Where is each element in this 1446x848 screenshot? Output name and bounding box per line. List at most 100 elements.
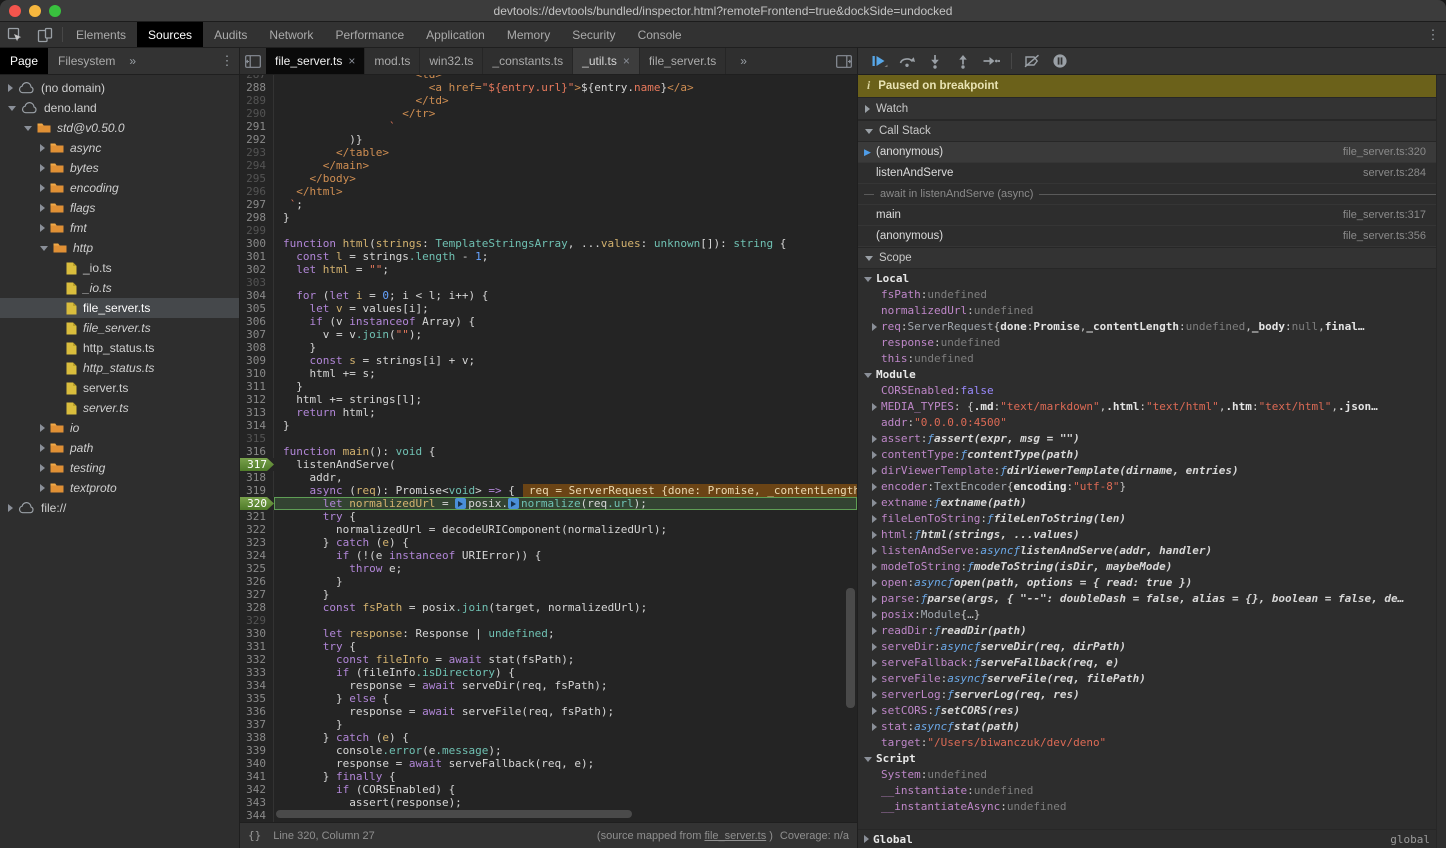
chevron-right-icon[interactable] bbox=[872, 531, 877, 539]
line-number[interactable]: 315 bbox=[240, 432, 274, 445]
navigator-tab-page[interactable]: Page bbox=[0, 48, 48, 74]
inline-breakpoint-icon[interactable] bbox=[508, 498, 519, 509]
line-number[interactable]: 296 bbox=[240, 185, 274, 198]
tree-item-std@v0.50.0[interactable]: std@v0.50.0 bbox=[0, 118, 239, 138]
code-text[interactable]: } bbox=[274, 718, 857, 731]
code-text[interactable]: } catch (e) { bbox=[274, 731, 857, 744]
editor-tab[interactable]: file_server.ts× bbox=[266, 48, 365, 74]
code-text[interactable]: ` bbox=[274, 120, 857, 133]
scope-section-script[interactable]: Script bbox=[858, 751, 1436, 767]
line-number[interactable]: 329 bbox=[240, 614, 274, 627]
line-number[interactable]: 333 bbox=[240, 666, 274, 679]
deactivate-breakpoints-icon[interactable] bbox=[1019, 50, 1045, 72]
scope-property[interactable]: __instantiate: undefined bbox=[858, 783, 1436, 799]
tree-item-http[interactable]: http bbox=[0, 238, 239, 258]
scope-property[interactable]: assert: ƒ assert(expr, msg = "") bbox=[858, 431, 1436, 447]
chevron-right-icon[interactable] bbox=[40, 444, 45, 452]
main-menu-icon[interactable]: ⋮ bbox=[1420, 22, 1446, 47]
line-number[interactable]: 335 bbox=[240, 692, 274, 705]
code-text[interactable]: function main(): void { bbox=[274, 445, 857, 458]
code-text[interactable]: </body> bbox=[274, 172, 857, 185]
code-text[interactable]: response = await serveDir(req, fsPath); bbox=[274, 679, 857, 692]
line-number[interactable]: 319 bbox=[240, 484, 274, 497]
scope-property[interactable]: addr: "0.0.0.0:4500" bbox=[858, 415, 1436, 431]
line-number[interactable]: 304 bbox=[240, 289, 274, 302]
editor-tab[interactable]: _constants.ts bbox=[483, 48, 573, 74]
code-text[interactable]: function html(strings: TemplateStringsAr… bbox=[274, 237, 857, 250]
code-text[interactable]: for (let i = 0; i < l; i++) { bbox=[274, 289, 857, 302]
line-number[interactable]: 309 bbox=[240, 354, 274, 367]
line-number[interactable]: 340 bbox=[240, 757, 274, 770]
chevron-right-icon[interactable] bbox=[872, 723, 877, 731]
close-tab-icon[interactable]: × bbox=[348, 54, 355, 68]
line-number[interactable]: 300 bbox=[240, 237, 274, 250]
line-number[interactable]: 295 bbox=[240, 172, 274, 185]
code-text[interactable]: const fsPath = posix.join(target, normal… bbox=[274, 601, 857, 614]
code-text[interactable]: if (CORSEnabled) { bbox=[274, 783, 857, 796]
scope-section-module[interactable]: Module bbox=[858, 367, 1436, 383]
tab-memory[interactable]: Memory bbox=[496, 22, 561, 47]
code-text[interactable]: html += s; bbox=[274, 367, 857, 380]
editor-horizontal-scrollbar[interactable] bbox=[276, 810, 632, 818]
tree-item-fmt[interactable]: fmt bbox=[0, 218, 239, 238]
navigator-tab-filesystem[interactable]: Filesystem bbox=[48, 48, 125, 74]
step-over-icon[interactable] bbox=[894, 50, 920, 72]
code-text[interactable]: } bbox=[274, 341, 857, 354]
code-text[interactable]: console.error(e.message); bbox=[274, 744, 857, 757]
code-text[interactable]: } bbox=[274, 575, 857, 588]
code-text[interactable]: </tr> bbox=[274, 107, 857, 120]
call-stack-frame[interactable]: (anonymous)file_server.ts:356 bbox=[858, 226, 1436, 247]
code-text[interactable]: if (v instanceof Array) { bbox=[274, 315, 857, 328]
code-text[interactable]: response = await serveFallback(req, e); bbox=[274, 757, 857, 770]
chevron-right-icon[interactable] bbox=[872, 579, 877, 587]
scope-property[interactable]: serveDir: async ƒ serveDir(req, dirPath) bbox=[858, 639, 1436, 655]
line-number[interactable]: 344 bbox=[240, 809, 274, 822]
code-text[interactable]: const l = strings.length - 1; bbox=[274, 250, 857, 263]
code-text[interactable]: listenAndServe( bbox=[274, 458, 857, 471]
scope-property[interactable]: MEDIA_TYPES: {.md: "text/markdown", .htm… bbox=[858, 399, 1436, 415]
call-stack-frame[interactable]: mainfile_server.ts:317 bbox=[858, 205, 1436, 226]
scope-property[interactable]: encoder: TextEncoder {encoding: "utf-8"} bbox=[858, 479, 1436, 495]
line-number[interactable]: 290 bbox=[240, 107, 274, 120]
line-number[interactable]: 307 bbox=[240, 328, 274, 341]
scope-property[interactable]: html: ƒ html(strings, ...values) bbox=[858, 527, 1436, 543]
code-text[interactable]: </main> bbox=[274, 159, 857, 172]
code-text[interactable] bbox=[274, 432, 857, 445]
code-text[interactable]: if (fileInfo.isDirectory) { bbox=[274, 666, 857, 679]
tab-network[interactable]: Network bbox=[258, 22, 324, 47]
line-number[interactable]: 327 bbox=[240, 588, 274, 601]
code-text[interactable] bbox=[274, 276, 857, 289]
chevron-right-icon[interactable] bbox=[872, 595, 877, 603]
line-number[interactable]: 308 bbox=[240, 341, 274, 354]
code-text[interactable]: const s = strings[i] + v; bbox=[274, 354, 857, 367]
line-number[interactable]: 336 bbox=[240, 705, 274, 718]
tab-sources[interactable]: Sources bbox=[137, 22, 203, 47]
scope-property[interactable]: this: undefined bbox=[858, 351, 1436, 367]
inspect-element-icon[interactable] bbox=[0, 22, 30, 47]
step-into-icon[interactable] bbox=[922, 50, 948, 72]
line-number[interactable]: 314 bbox=[240, 419, 274, 432]
line-number[interactable]: 303 bbox=[240, 276, 274, 289]
line-number[interactable]: 289 bbox=[240, 94, 274, 107]
tree-item-server.ts[interactable]: server.ts bbox=[0, 378, 239, 398]
code-text[interactable]: html += strings[l]; bbox=[274, 393, 857, 406]
pause-on-exceptions-icon[interactable] bbox=[1047, 50, 1073, 72]
scope-property[interactable]: listenAndServe: async ƒ listenAndServe(a… bbox=[858, 543, 1436, 559]
chevron-right-icon[interactable] bbox=[40, 164, 45, 172]
navigator-more-tabs-icon[interactable]: » bbox=[125, 48, 140, 74]
line-number[interactable]: 337 bbox=[240, 718, 274, 731]
chevron-right-icon[interactable] bbox=[872, 675, 877, 683]
chevron-right-icon[interactable] bbox=[40, 464, 45, 472]
line-number[interactable]: 321 bbox=[240, 510, 274, 523]
line-number[interactable]: 288 bbox=[240, 81, 274, 94]
code-text[interactable]: } bbox=[274, 419, 857, 432]
source-map-link[interactable]: file_server.ts bbox=[704, 830, 766, 842]
code-text[interactable]: } bbox=[274, 211, 857, 224]
scope-property[interactable]: serveFallback: ƒ serveFallback(req, e) bbox=[858, 655, 1436, 671]
line-number[interactable]: 312 bbox=[240, 393, 274, 406]
chevron-down-icon[interactable] bbox=[40, 246, 48, 251]
code-text[interactable]: let response: Response | undefined; bbox=[274, 627, 857, 640]
code-text[interactable]: let html = ""; bbox=[274, 263, 857, 276]
chevron-right-icon[interactable] bbox=[872, 643, 877, 651]
line-number[interactable]: 294 bbox=[240, 159, 274, 172]
